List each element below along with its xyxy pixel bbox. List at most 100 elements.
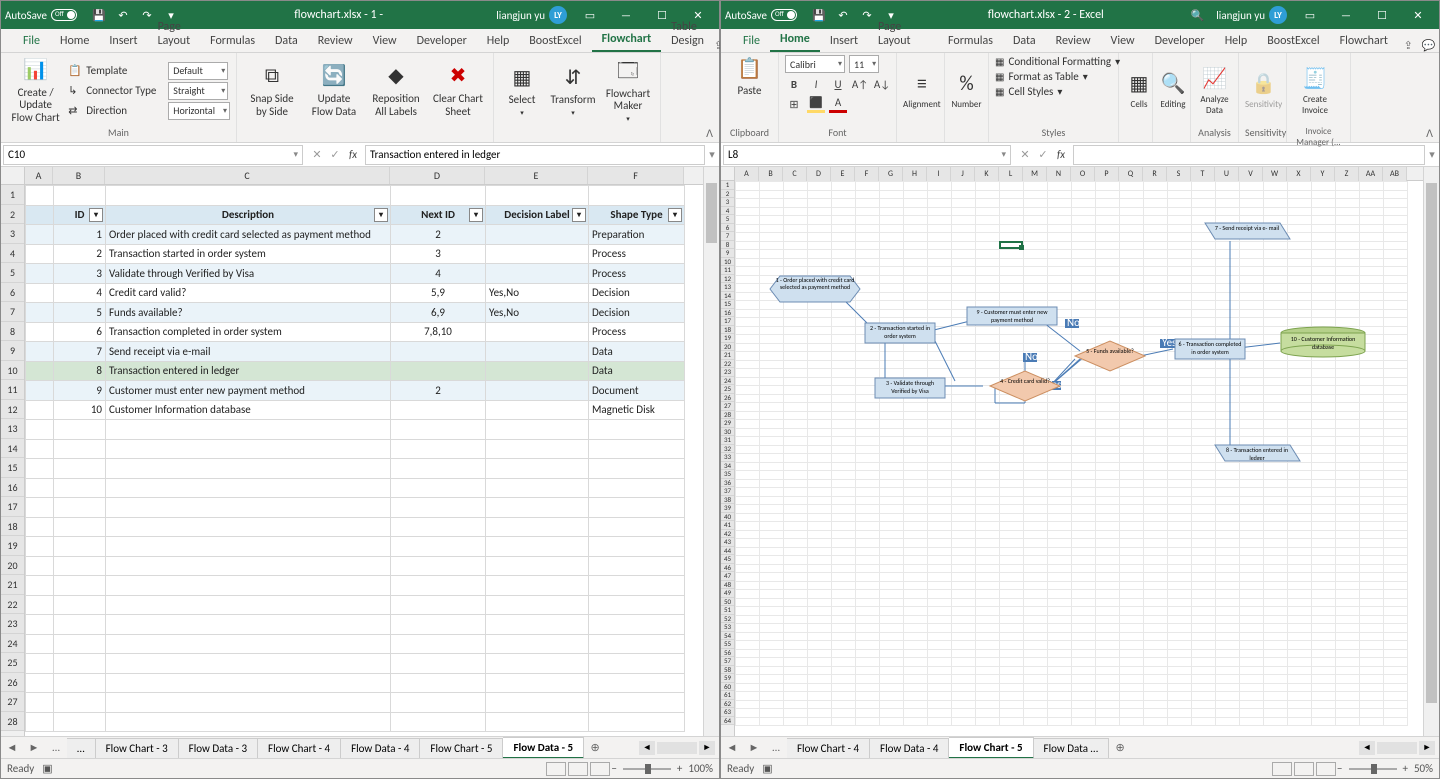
macro-record-icon[interactable]: ▣	[762, 762, 772, 775]
col-header[interactable]: E	[485, 167, 588, 184]
row-header[interactable]: 12	[1, 400, 24, 420]
sheet-tab[interactable]: Flow Data - 5	[503, 737, 584, 759]
formula-bar[interactable]	[1073, 145, 1425, 165]
cell[interactable]	[589, 693, 685, 713]
row-header[interactable]: 23	[1, 614, 24, 634]
tab-insert[interactable]: Insert	[99, 30, 147, 52]
cell[interactable]	[486, 478, 589, 498]
tab-help[interactable]: Help	[477, 30, 520, 52]
cell[interactable]: 5	[54, 303, 106, 323]
row-header[interactable]: 2	[1, 205, 24, 225]
row-header[interactable]: 10	[1, 361, 24, 381]
number-button[interactable]: %Number	[951, 70, 982, 110]
cell[interactable]: 4	[54, 283, 106, 303]
cell[interactable]	[486, 537, 589, 557]
cell[interactable]	[54, 576, 106, 596]
cell[interactable]: 2	[391, 381, 486, 401]
cell[interactable]: Funds available?	[106, 303, 391, 323]
col-header[interactable]: E	[831, 167, 855, 181]
conditional-formatting-button[interactable]: ▦ Conditional Formatting ▾	[995, 55, 1120, 68]
cell[interactable]	[589, 498, 685, 518]
cell[interactable]	[486, 381, 589, 401]
tab-page-layout[interactable]: Page Layout	[868, 16, 938, 52]
row-header[interactable]: 3	[1, 224, 24, 244]
tab-flowchart[interactable]: Flowchart	[1330, 30, 1398, 52]
sheet-tab[interactable]: Flow Chart - 4	[258, 738, 341, 758]
cell[interactable]	[391, 576, 486, 596]
cell[interactable]	[391, 634, 486, 654]
cell[interactable]	[54, 693, 106, 713]
cell[interactable]	[391, 361, 486, 381]
cell[interactable]: 2	[391, 225, 486, 245]
col-header[interactable]: B	[759, 167, 783, 181]
cell[interactable]	[26, 400, 54, 420]
cell[interactable]	[106, 654, 391, 674]
cell[interactable]	[589, 537, 685, 557]
filter-button[interactable]: ▾	[572, 208, 586, 222]
row-header[interactable]: 24	[1, 634, 24, 654]
row-header[interactable]: 14	[1, 439, 24, 459]
cell[interactable]	[106, 712, 391, 732]
cell[interactable]	[589, 459, 685, 479]
hscroll-left[interactable]: ◄	[639, 741, 655, 755]
formula-bar[interactable]: Transaction entered in ledger	[365, 145, 705, 165]
hscroll-left[interactable]: ◄	[1359, 741, 1375, 755]
fx-icon[interactable]: fx	[1053, 148, 1069, 161]
format-as-table-button[interactable]: ▦ Format as Table ▾	[995, 70, 1088, 83]
template-combo[interactable]: Default	[168, 62, 228, 80]
cell[interactable]	[486, 225, 589, 245]
cell[interactable]: 1	[54, 225, 106, 245]
cell[interactable]	[54, 439, 106, 459]
col-header[interactable]: X	[1287, 167, 1311, 181]
cell[interactable]	[106, 634, 391, 654]
cell[interactable]	[391, 712, 486, 732]
cell[interactable]	[26, 693, 54, 713]
row-header[interactable]: 28	[1, 712, 24, 732]
cell[interactable]	[26, 225, 54, 245]
cell[interactable]	[106, 478, 391, 498]
tab-formulas[interactable]: Formulas	[938, 30, 1003, 52]
zoom-in-button[interactable]: +	[1403, 762, 1408, 775]
editing-button[interactable]: 🔍Editing	[1159, 70, 1187, 110]
cell[interactable]	[54, 537, 106, 557]
toggle-icon[interactable]: Off	[51, 9, 77, 21]
cell[interactable]	[486, 517, 589, 537]
row-header[interactable]: 17	[1, 497, 24, 517]
tab-data[interactable]: Data	[265, 30, 308, 52]
sheet-nav-button[interactable]: ►	[743, 741, 765, 754]
bold-button[interactable]: B	[785, 75, 803, 93]
share-icon[interactable]: ⇪	[1398, 39, 1419, 52]
cell[interactable]	[486, 673, 589, 693]
cell[interactable]	[391, 439, 486, 459]
table-header-cell[interactable]: Next ID▾	[391, 205, 486, 225]
select-button[interactable]: ▦Select▾	[500, 64, 544, 117]
cell[interactable]	[391, 420, 486, 440]
cell[interactable]	[26, 478, 54, 498]
cell[interactable]: Customer must enter new payment method	[106, 381, 391, 401]
cell[interactable]	[106, 459, 391, 479]
sheet-tab[interactable]: Flow Chart - 3	[96, 738, 179, 758]
tab-boostexcel[interactable]: BoostExcel	[519, 30, 591, 52]
col-header[interactable]: D	[807, 167, 831, 181]
cancel-formula-icon[interactable]: ✕	[1017, 148, 1033, 161]
cell[interactable]: 6	[54, 322, 106, 342]
row-header[interactable]: 21	[1, 575, 24, 595]
avatar[interactable]: LY	[549, 6, 567, 24]
col-header[interactable]: S	[1167, 167, 1191, 181]
col-header[interactable]: F	[855, 167, 879, 181]
cell[interactable]	[26, 654, 54, 674]
col-header[interactable]: W	[1263, 167, 1287, 181]
cell[interactable]: Order placed with credit card selected a…	[106, 225, 391, 245]
cell[interactable]: 8	[54, 361, 106, 381]
cell[interactable]	[26, 615, 54, 635]
tab-boostexcel[interactable]: BoostExcel	[1257, 30, 1329, 52]
cell[interactable]	[106, 673, 391, 693]
sheet-tab[interactable]: Flow Data - 4	[870, 738, 949, 758]
row-header[interactable]: 7	[1, 302, 24, 322]
cell[interactable]	[54, 459, 106, 479]
filter-button[interactable]: ▾	[89, 208, 103, 222]
cell[interactable]	[106, 576, 391, 596]
tab-file[interactable]: File	[13, 30, 50, 52]
tab-page-layout[interactable]: Page Layout	[148, 16, 201, 52]
create-invoice-button[interactable]: 🧾Create Invoice	[1293, 65, 1337, 116]
